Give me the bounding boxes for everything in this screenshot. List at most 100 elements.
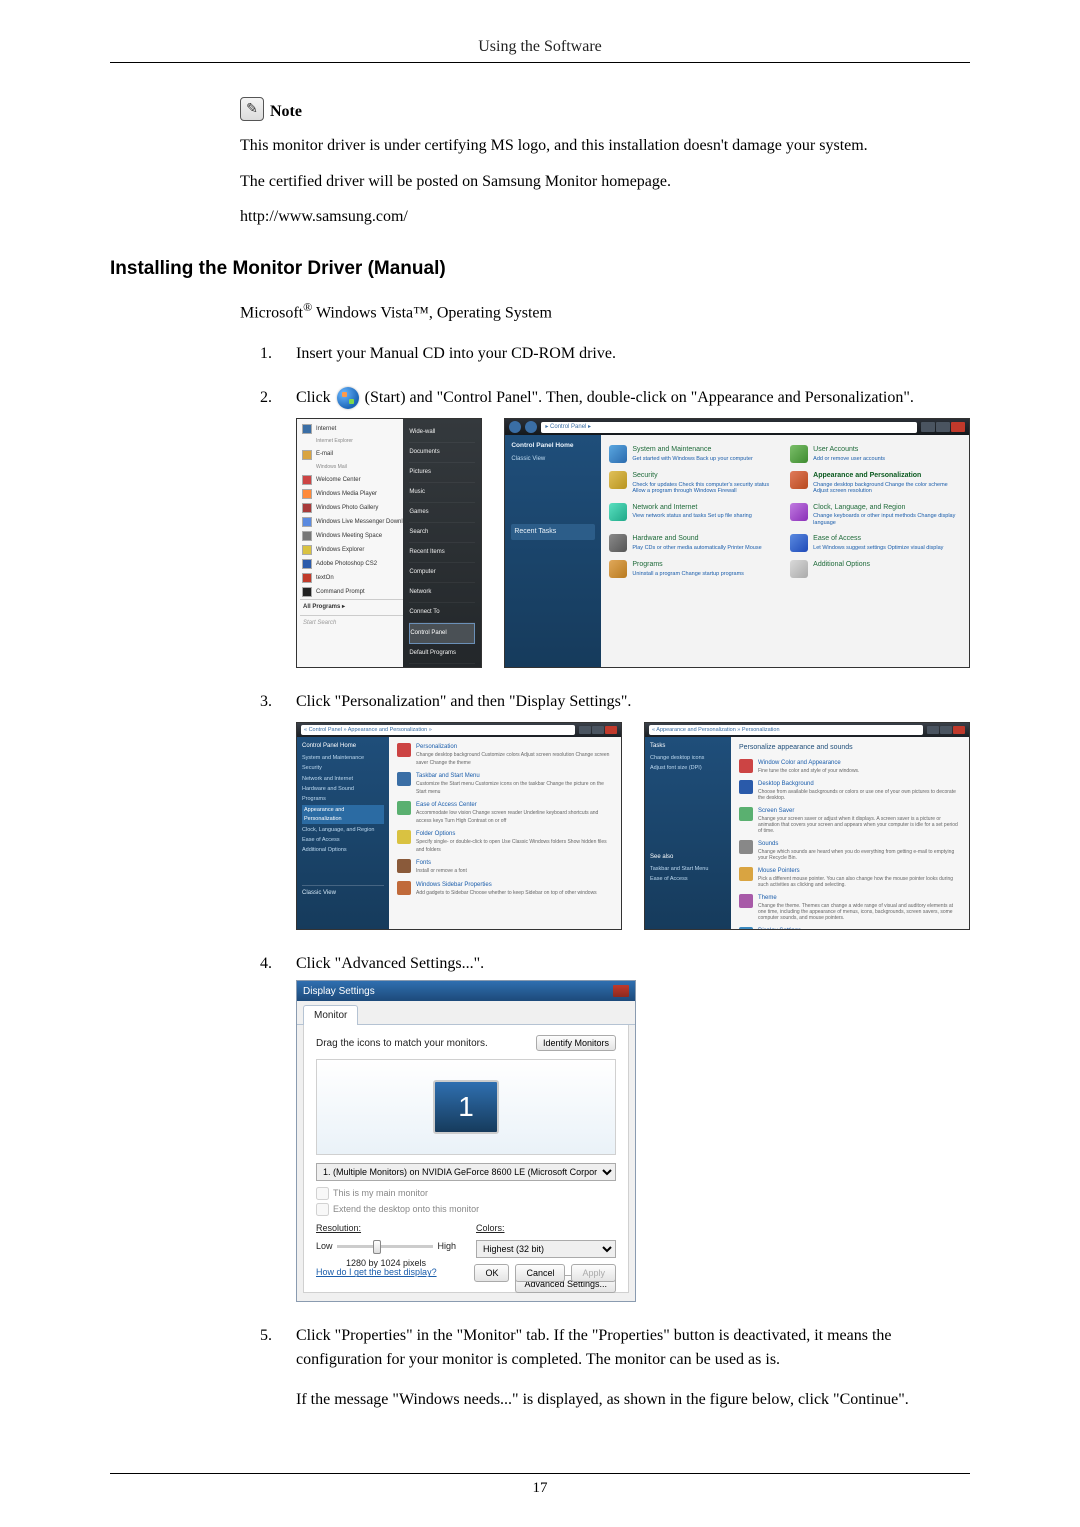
note-icon: ✎ <box>240 97 264 121</box>
note-url: http://www.samsung.com/ <box>240 206 970 228</box>
pr-item: Screen Saver <box>758 807 961 816</box>
back-icon <box>509 421 521 433</box>
step-1-text: Insert your Manual CD into your CD-ROM d… <box>296 345 616 362</box>
ds-identify-button[interactable]: Identify Monitors <box>536 1035 616 1051</box>
step-2-pre: Click <box>296 389 335 406</box>
ds-slider-low: Low <box>316 1240 333 1254</box>
ds-apply-button[interactable]: Apply <box>571 1264 616 1282</box>
step-3: Click "Personalization" and then "Displa… <box>260 690 970 930</box>
pl-item-desc: Accommodate low vision Change screen rea… <box>416 810 613 825</box>
pr-item: Window Color and Appearance <box>758 759 859 768</box>
pl-item-desc: Change desktop background Customize colo… <box>416 752 613 767</box>
windows-start-orb-icon <box>337 387 359 409</box>
cp-cat: Security <box>632 471 780 482</box>
pr-item: Theme <box>758 894 961 903</box>
ds-tab-monitor[interactable]: Monitor <box>303 1005 358 1026</box>
pl-link: System and Maintenance <box>302 754 384 762</box>
cp-cat: Ease of Access <box>813 534 943 545</box>
section-subheading: Microsoft® Windows Vista™, Operating Sys… <box>240 300 970 322</box>
step-4: Click "Advanced Settings...". Display Se… <box>260 952 970 1302</box>
sm-ritem: Pictures <box>409 463 475 483</box>
ds-monitor-icon[interactable]: 1 <box>433 1080 499 1134</box>
sm-ritem: Documents <box>409 443 475 463</box>
pl-link: Clock, Language, and Region <box>302 826 384 834</box>
ds-chk-extend <box>316 1203 329 1216</box>
section-heading: Installing the Monitor Driver (Manual) <box>110 258 970 280</box>
pl-item: Windows Sidebar Properties <box>416 881 597 890</box>
forward-icon <box>525 421 537 433</box>
cp-cat: User Accounts <box>813 445 885 456</box>
sm-ritem: Music <box>409 483 475 503</box>
pr-item: Desktop Background <box>758 780 961 789</box>
ds-ok-button[interactable]: OK <box>474 1264 509 1282</box>
step-5-text: Click "Properties" in the "Monitor" tab.… <box>296 1327 892 1368</box>
sm-item: Internet <box>316 425 336 434</box>
pr-sidebar-head: Tasks <box>650 742 726 751</box>
cp-cat-sub: Play CDs or other media automatically Pr… <box>632 545 761 552</box>
close-icon <box>605 726 617 734</box>
sm-ritem: Network <box>409 583 475 603</box>
ds-title: Display Settings <box>303 984 375 999</box>
ds-slider-high: High <box>437 1240 456 1254</box>
sm-item: Windows Meeting Space <box>316 532 382 541</box>
pr-seealso: See also <box>650 853 726 862</box>
pr-item-desc: Choose from available backgrounds or col… <box>758 789 961 801</box>
pr-address: « Appearance and Personalization » Perso… <box>649 725 923 735</box>
pl-item-desc: Specify single- or double-click to open … <box>416 839 613 854</box>
cp-cat-sub: Change desktop background Change the col… <box>813 482 961 495</box>
figure-personalization-right: « Appearance and Personalization » Perso… <box>644 722 970 930</box>
header-title: Using the Software <box>478 38 602 55</box>
sm-ritem: Help and Support <box>409 664 475 668</box>
subheading-prefix: Microsoft <box>240 304 303 321</box>
page-number: 17 <box>533 1480 548 1496</box>
cp-cat: System and Maintenance <box>632 445 752 456</box>
step-1: Insert your Manual CD into your CD-ROM d… <box>260 342 970 366</box>
cp-sidebar-head: Control Panel Home <box>511 441 595 451</box>
pr-link: Taskbar and Start Menu <box>650 865 726 873</box>
sm-ritem: Connect To <box>409 603 475 623</box>
pr-item-desc: Change which sounds are heard when you d… <box>758 849 961 861</box>
pr-item: Mouse Pointers <box>758 867 961 876</box>
sm-item: Windows Explorer <box>316 546 364 555</box>
step-5b-text: If the message "Windows needs..." is dis… <box>296 1388 970 1412</box>
pr-link: Change desktop icons <box>650 754 726 762</box>
pl-classic: Classic View <box>302 885 384 898</box>
sm-ritem-highlight: Control Panel <box>409 623 475 644</box>
pr-item-desc: Change the theme. Themes can change a wi… <box>758 903 961 921</box>
cp-cat: Hardware and Sound <box>632 534 761 545</box>
ds-res-slider[interactable] <box>337 1245 434 1248</box>
sm-ritem: Default Programs <box>409 644 475 664</box>
pl-link: Ease of Access <box>302 836 384 844</box>
ds-chk-main-label: This is my main monitor <box>333 1187 428 1201</box>
cp-address: ▸ Control Panel ▸ <box>541 422 917 433</box>
pr-heading: Personalize appearance and sounds <box>739 743 961 754</box>
ds-help-link[interactable]: How do I get the best display? <box>316 1266 437 1280</box>
sm-item: Windows Mail <box>316 464 347 472</box>
sm-item: Internet Explorer <box>316 438 353 446</box>
steps-list: Insert your Manual CD into your CD-ROM d… <box>260 342 970 1412</box>
subheading-suffix: Windows Vista™, Operating System <box>312 304 552 321</box>
ds-cancel-button[interactable]: Cancel <box>515 1264 565 1282</box>
cp-sidebar-link: Classic View <box>511 455 595 464</box>
ds-device-select[interactable]: 1. (Multiple Monitors) on NVIDIA GeForce… <box>316 1163 616 1181</box>
close-icon <box>951 422 965 432</box>
cp-cat-sub: Get started with Windows Back up your co… <box>632 456 752 463</box>
sm-ritem: Computer <box>409 563 475 583</box>
figure-start-menu: Internet Internet Explorer E-mail Window… <box>296 418 482 668</box>
sm-ritem: Search <box>409 523 475 543</box>
close-icon <box>953 726 965 734</box>
cp-cat: Clock, Language, and Region <box>813 503 961 514</box>
ds-chk-extend-label: Extend the desktop onto this monitor <box>333 1203 479 1217</box>
figure-display-settings: Display Settings Monitor Drag the icons … <box>296 980 636 1302</box>
figure-personalization-left: « Control Panel » Appearance and Persona… <box>296 722 622 930</box>
cp-cat-sub: Uninstall a program Change startup progr… <box>632 571 744 578</box>
note-label: Note <box>270 103 302 121</box>
pl-link: Network and Internet <box>302 775 384 783</box>
sm-all-programs: All Programs <box>303 604 340 610</box>
pl-item: Fonts <box>416 859 467 868</box>
pl-link: Hardware and Sound <box>302 785 384 793</box>
ds-chk-main <box>316 1187 329 1200</box>
ds-colors-select[interactable]: Highest (32 bit) <box>476 1240 616 1258</box>
pl-item-desc: Add gadgets to Sidebar Choose whether to… <box>416 890 597 898</box>
cp-cat: Additional Options <box>813 560 870 571</box>
